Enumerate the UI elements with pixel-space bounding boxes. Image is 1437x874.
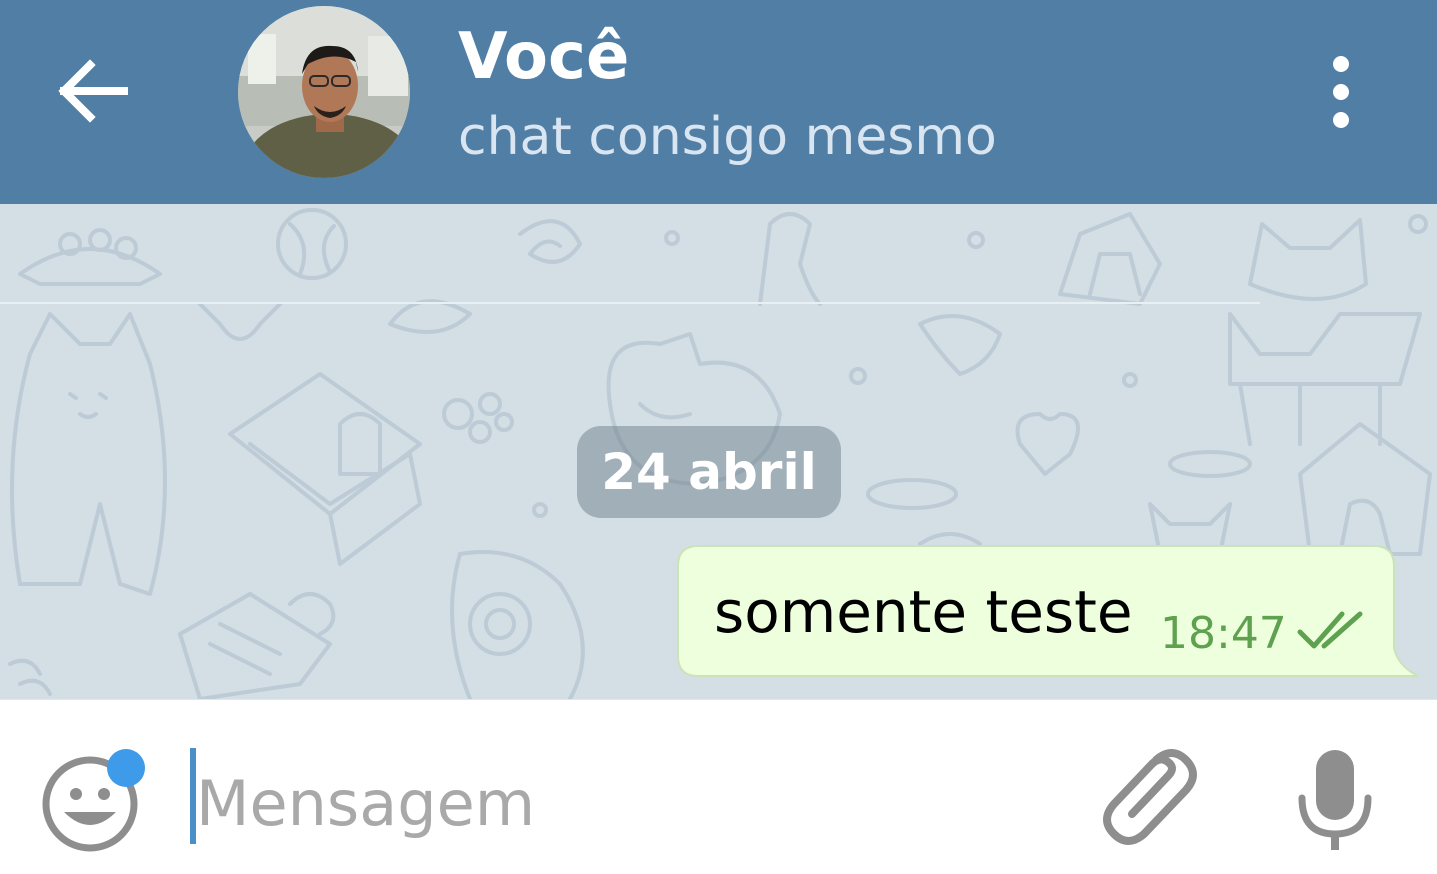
message-time: 18:47: [1160, 608, 1287, 659]
chat-title[interactable]: Você: [458, 18, 629, 96]
message-composer: [0, 699, 1437, 874]
chat-area[interactable]: 24 abril somente teste 18:47: [0, 204, 1437, 699]
back-button[interactable]: [46, 46, 136, 136]
message-text: somente teste: [714, 578, 1133, 646]
chat-subtitle: chat consigo mesmo: [458, 107, 997, 167]
microphone-icon: [1298, 750, 1372, 850]
date-separator: 24 abril: [577, 426, 841, 518]
emoji-button[interactable]: [40, 748, 148, 852]
avatar[interactable]: [238, 6, 410, 178]
attach-button[interactable]: [1096, 744, 1200, 854]
double-check-icon: [1297, 611, 1363, 649]
more-options-button[interactable]: [1310, 52, 1372, 132]
pattern-divider: [0, 302, 1260, 304]
message-input[interactable]: [196, 758, 1056, 848]
arrow-left-icon: [58, 59, 128, 123]
paperclip-icon: [1103, 749, 1197, 845]
more-vertical-icon: [1333, 56, 1349, 128]
smiley-icon: [42, 749, 145, 852]
chat-header: Você chat consigo mesmo: [0, 0, 1437, 204]
microphone-button[interactable]: [1290, 744, 1380, 854]
